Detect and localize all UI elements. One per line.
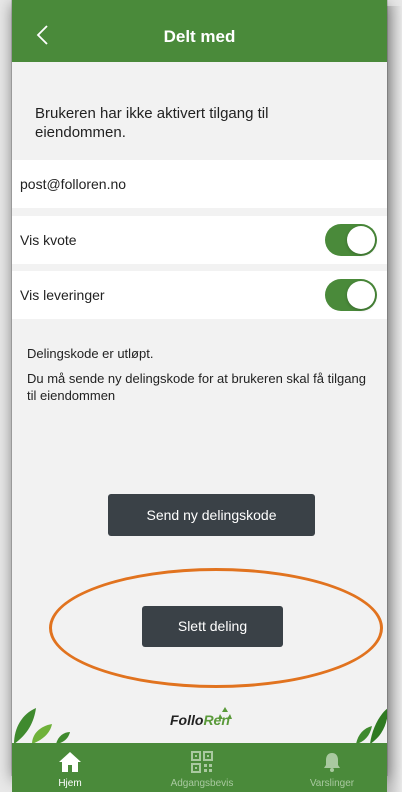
vis-leveringer-row: Vis leveringer <box>12 271 387 319</box>
page-title: Delt med <box>163 27 236 46</box>
tab-varslinger[interactable]: Varslinger <box>282 743 382 792</box>
vis-kvote-label: Vis kvote <box>20 232 77 248</box>
vis-kvote-toggle[interactable] <box>325 224 377 256</box>
top-bar: Delt med <box>12 0 387 62</box>
toggle-knob <box>347 281 375 309</box>
bottom-tab-bar: Hjem Adgangsbevis Varslinger <box>12 743 387 792</box>
qr-code-icon <box>191 751 213 773</box>
vis-leveringer-label: Vis leveringer <box>20 287 105 303</box>
tab-adgangsbevis[interactable]: Adgangsbevis <box>152 743 252 792</box>
tab-label-adgangsbevis: Adgangsbevis <box>170 778 234 789</box>
toggle-knob <box>347 226 375 254</box>
tab-label-varslinger: Varslinger <box>309 778 355 789</box>
expired-detail: Du må sende ny delingskode for at bruker… <box>27 371 366 403</box>
window-shadow <box>387 6 402 792</box>
leaves-right-decoration <box>356 708 387 744</box>
app-screen: Delt med Brukeren har ikke aktivert tilg… <box>12 0 387 775</box>
email-row: post@folloren.no <box>12 160 387 208</box>
logo-text-follo: Follo <box>170 712 204 728</box>
shared-email: post@folloren.no <box>20 176 127 192</box>
recycle-icon <box>218 707 232 719</box>
access-info-text: Brukeren har ikke aktivert tilgang til e… <box>35 105 269 141</box>
expired-status: Delingskode er utløpt. <box>27 346 154 361</box>
tab-label-hjem: Hjem <box>58 778 82 789</box>
vis-kvote-row: Vis kvote <box>12 216 387 264</box>
tab-hjem[interactable]: Hjem <box>20 743 120 792</box>
send-new-code-button[interactable]: Send ny delingskode <box>108 494 315 536</box>
leaves-left-decoration <box>14 708 70 744</box>
vis-leveringer-toggle[interactable] <box>325 279 377 311</box>
highlight-circle-annotation <box>49 568 383 688</box>
home-icon <box>59 752 81 772</box>
bell-icon <box>324 753 340 772</box>
